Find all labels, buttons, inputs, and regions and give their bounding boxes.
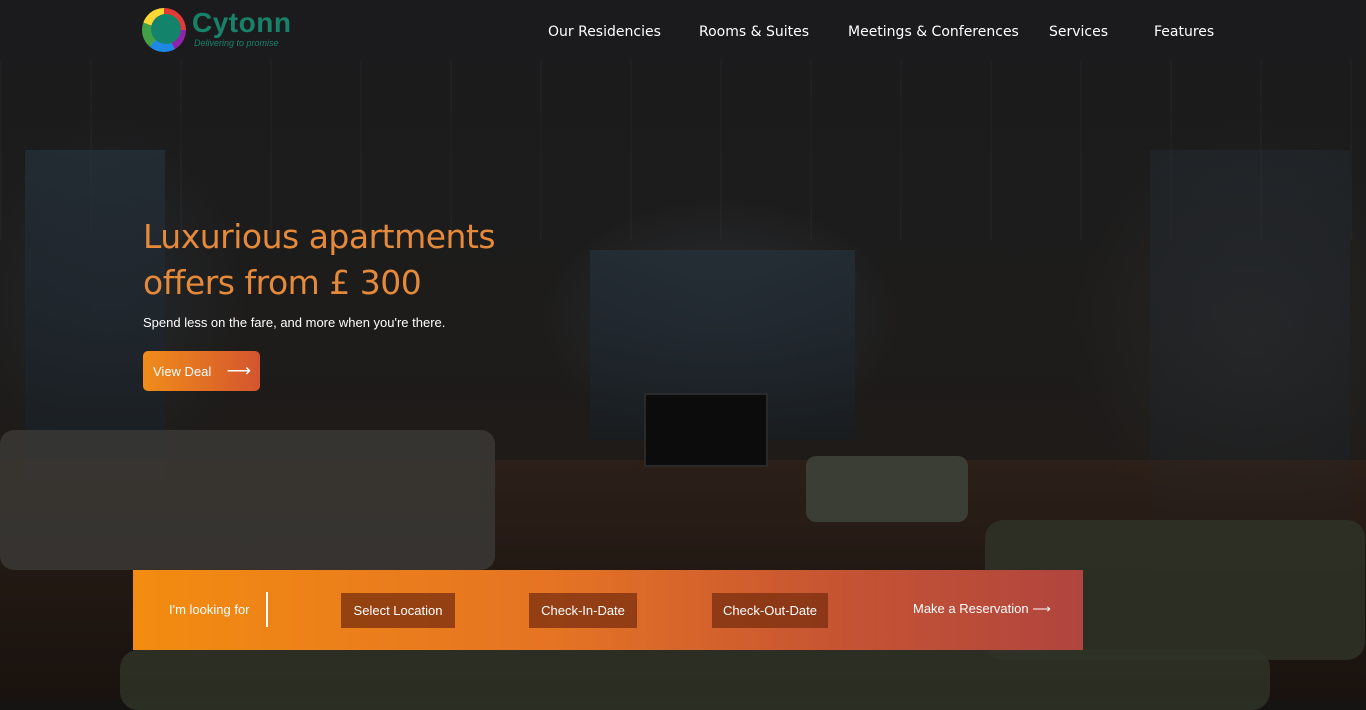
booking-bar: I'm looking for Select Location Check-In… [133, 570, 1083, 650]
sofa-left [0, 430, 495, 570]
hero-headline: Luxurious apartments offers from £ 300 [143, 217, 496, 302]
logo-mark-icon [142, 8, 186, 52]
select-location-field[interactable]: Select Location [341, 593, 455, 628]
nav-services[interactable]: Services [1049, 24, 1154, 40]
check-out-date-field[interactable]: Check-Out-Date [712, 593, 828, 628]
nav-meetings-conferences[interactable]: Meetings & Conferences [848, 24, 1049, 40]
ottoman-decor [806, 456, 968, 522]
booking-prompt: I'm looking for [169, 602, 250, 617]
make-reservation-button[interactable]: Make a Reservation ⟶ [913, 601, 1051, 617]
arrow-right-icon: ⟶ [226, 361, 251, 380]
nav-rooms-suites[interactable]: Rooms & Suites [699, 24, 848, 40]
main-nav: Our Residencies Rooms & Suites Meetings … [548, 24, 1214, 40]
nav-our-residencies[interactable]: Our Residencies [548, 24, 699, 40]
hero-subline: Spend less on the fare, and more when yo… [143, 315, 446, 330]
tv-decor [644, 393, 768, 467]
brand-name: Cytonn [192, 7, 292, 38]
nav-features[interactable]: Features [1154, 24, 1214, 40]
view-deal-button[interactable]: View Deal ⟶ [143, 351, 260, 391]
booking-divider [266, 592, 268, 627]
brand-tagline: Delivering to promise [194, 38, 279, 48]
check-in-date-field[interactable]: Check-In-Date [529, 593, 637, 628]
brand-logo[interactable]: Cytonn Delivering to promise [142, 8, 291, 52]
view-deal-label: View Deal [153, 363, 212, 379]
